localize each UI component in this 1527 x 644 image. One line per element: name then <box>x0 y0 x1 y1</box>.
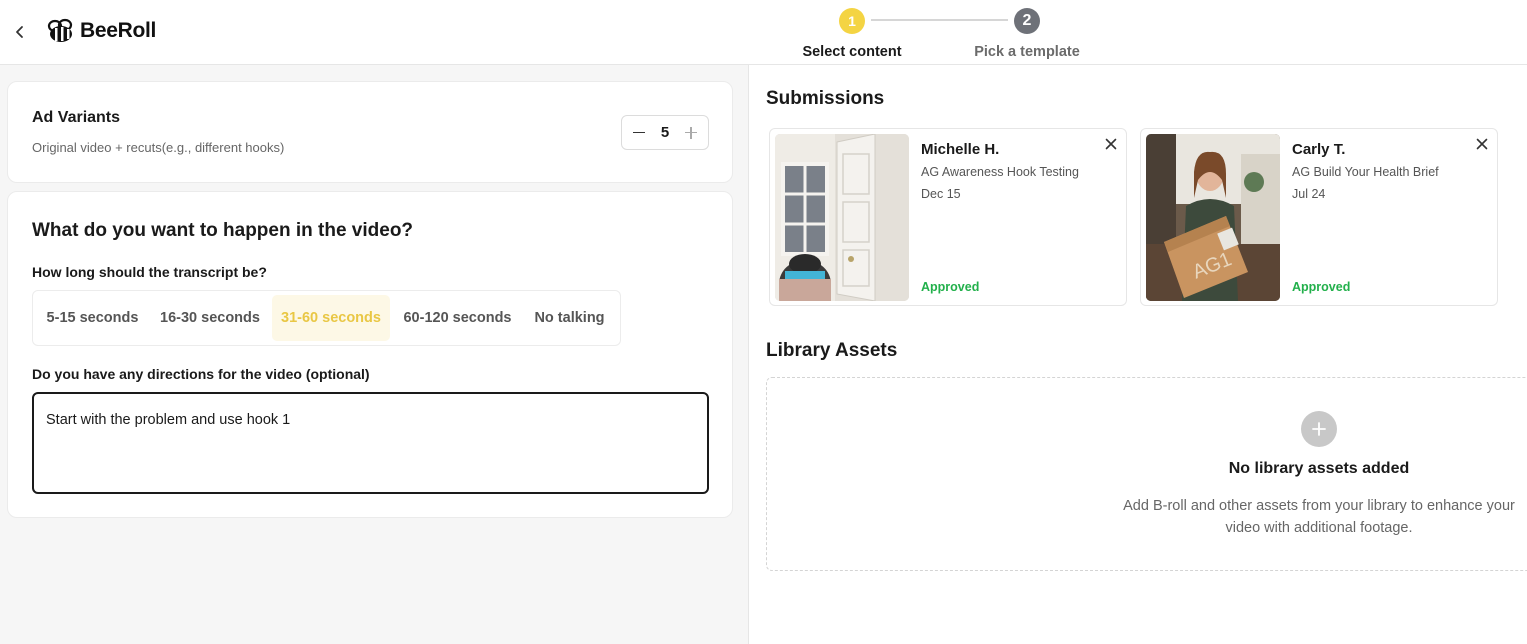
bee-logo-icon <box>47 18 73 42</box>
step-label: Pick a template <box>974 44 1080 60</box>
add-library-asset-button[interactable] <box>1301 411 1337 447</box>
length-option-31-60[interactable]: 31-60 seconds <box>272 295 390 341</box>
video-form-title: What do you want to happen in the video? <box>32 220 414 241</box>
progress-stepper: 1 Select content 2 Pick a template <box>797 8 1090 60</box>
creator-name: Carly T. <box>1292 141 1346 158</box>
length-option-60-120[interactable]: 60-120 seconds <box>390 295 525 341</box>
increment-button[interactable] <box>684 126 698 140</box>
submission-date: Jul 24 <box>1292 187 1326 201</box>
submission-date: Dec 15 <box>921 187 961 201</box>
step-select-content[interactable]: 1 Select content <box>797 8 907 60</box>
length-option-5-15[interactable]: 5-15 seconds <box>37 295 148 341</box>
ad-variants-subtitle: Original video + recuts(e.g., different … <box>32 140 285 155</box>
submission-thumbnail[interactable]: AG1 <box>1146 134 1280 301</box>
transcript-length-selector: 5-15 seconds 16-30 seconds 31-60 seconds… <box>32 290 621 346</box>
length-option-16-30[interactable]: 16-30 seconds <box>148 295 272 341</box>
remove-submission-button[interactable] <box>1104 137 1118 151</box>
directions-label: Do you have any directions for the video… <box>32 366 370 382</box>
close-icon <box>1105 138 1117 150</box>
transcript-length-label: How long should the transcript be? <box>32 264 267 280</box>
brand-logo[interactable]: BeeRoll <box>45 17 156 45</box>
chevron-left-icon <box>16 26 23 38</box>
top-header: BeeRoll 1 Select content 2 Pick a templa… <box>0 0 1527 65</box>
campaign-name: AG Awareness Hook Testing <box>921 165 1079 179</box>
decrement-button[interactable] <box>632 126 646 140</box>
brand-name: BeeRoll <box>80 19 157 42</box>
plus-circle-icon <box>1312 422 1326 436</box>
variants-count[interactable]: 5 <box>661 124 669 141</box>
step-pick-template[interactable]: 2 Pick a template <box>972 8 1082 60</box>
left-panel: Ad Variants Original video + recuts(e.g.… <box>0 65 749 644</box>
submission-card[interactable]: Michelle H. AG Awareness Hook Testing De… <box>769 128 1127 306</box>
submission-thumbnail[interactable] <box>775 134 909 301</box>
library-assets-title: Library Assets <box>766 340 898 361</box>
submissions-title: Submissions <box>766 88 885 109</box>
submission-card[interactable]: AG1 Carly T. AG Build Your Health Brief … <box>1140 128 1498 306</box>
step-label: Select content <box>802 44 902 60</box>
library-assets-dropzone[interactable]: No library assets added Add B-roll and o… <box>766 377 1527 571</box>
ad-variants-title: Ad Variants <box>32 109 121 126</box>
empty-state-title: No library assets added <box>1228 460 1410 477</box>
step-number-badge: 1 <box>839 8 865 34</box>
variants-quantity-stepper: 5 <box>621 115 709 150</box>
remove-submission-button[interactable] <box>1475 137 1489 151</box>
step-number-badge: 2 <box>1014 8 1040 34</box>
right-panel: Submissions Michelle H. AG Awareness Hoo… <box>750 65 1527 644</box>
status-badge: Approved <box>921 280 980 294</box>
close-icon <box>1476 138 1488 150</box>
video-directions-card: What do you want to happen in the video?… <box>7 191 733 518</box>
creator-name: Michelle H. <box>921 141 1000 158</box>
campaign-name: AG Build Your Health Brief <box>1292 165 1439 179</box>
directions-textarea[interactable] <box>32 392 709 494</box>
ad-variants-card: Ad Variants Original video + recuts(e.g.… <box>7 81 733 183</box>
empty-state-description: Add B-roll and other assets from your li… <box>1123 498 1515 536</box>
back-button[interactable] <box>10 22 30 42</box>
status-badge: Approved <box>1292 280 1351 294</box>
length-option-no-talking[interactable]: No talking <box>525 295 614 341</box>
